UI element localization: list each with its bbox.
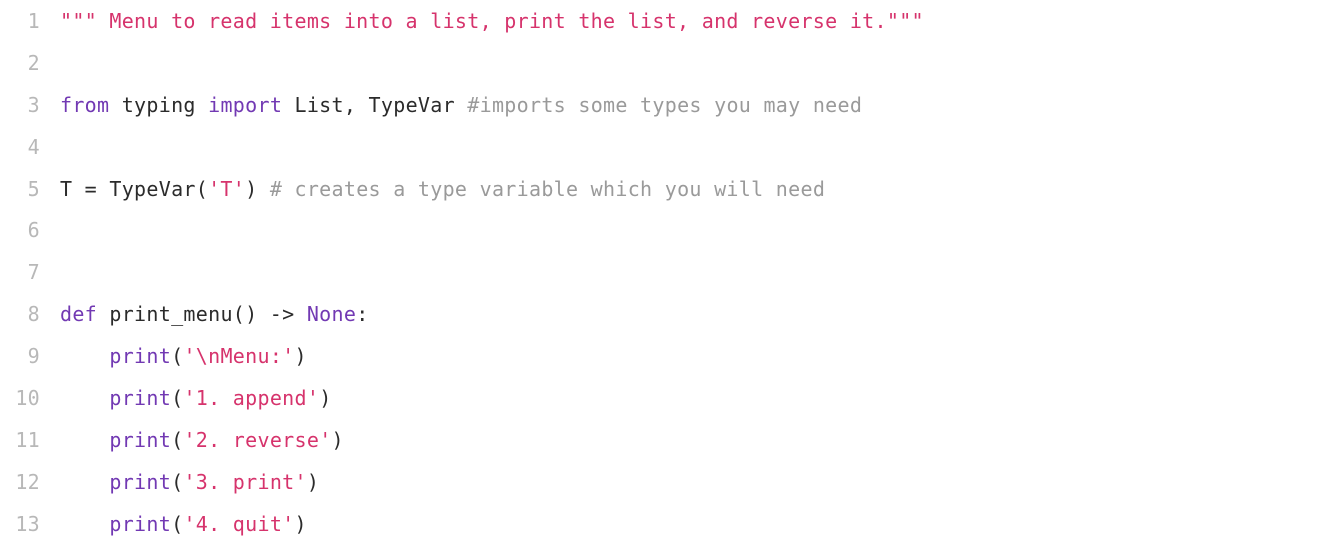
line-number: 13 (15, 511, 40, 536)
code-text: print('\nMenu:') (60, 336, 307, 378)
token-builtin: print (109, 469, 172, 494)
line-number: 2 (27, 50, 40, 75)
code-text: print('2. reverse') (60, 420, 344, 462)
token-builtin: print (109, 427, 172, 452)
line-number: 4 (27, 134, 40, 159)
token-plain: List, TypeVar (282, 92, 468, 117)
line-number: 3 (27, 92, 40, 117)
code-text: print('1. append') (60, 378, 332, 420)
code-line[interactable]: 3 from typing import List, TypeVar #impor… (0, 85, 1338, 127)
token-builtin: print (109, 511, 172, 536)
token-comment: #imports some types you may need (467, 92, 863, 117)
code-text: def print_menu() -> None: (60, 294, 369, 336)
token-plain: ( (171, 344, 184, 369)
code-line[interactable]: 6 (0, 210, 1338, 252)
code-line[interactable]: 1 """ Menu to read items into a list, pri… (0, 1, 1338, 43)
token-plain: ( (171, 511, 184, 536)
token-string: '2. reverse' (183, 427, 332, 452)
code-editor[interactable]: 1 """ Menu to read items into a list, pri… (0, 1, 1338, 546)
token-builtin: print (109, 344, 172, 369)
token-plain: ) (306, 469, 320, 494)
token-plain: ( (171, 427, 184, 452)
token-plain: ( (171, 386, 184, 411)
line-number: 5 (27, 176, 40, 201)
code-text: T = TypeVar('T') # creates a type variab… (60, 169, 825, 211)
line-number: 11 (15, 427, 40, 452)
line-number: 1 (27, 9, 40, 33)
token-plain: ) (331, 427, 344, 452)
line-number: 12 (15, 469, 40, 494)
code-line[interactable]: 13 print('4. quit') (0, 504, 1338, 546)
token-plain: T = TypeVar( (60, 176, 209, 201)
token-comment: # creates a type variable which you will… (269, 176, 826, 201)
token-string: '\nMenu:' (183, 344, 295, 369)
code-line[interactable]: 8 def print_menu() -> None: (0, 294, 1338, 336)
line-number: 6 (27, 218, 40, 243)
token-plain: typing (109, 92, 209, 117)
code-line[interactable]: 5 T = TypeVar('T') # creates a type varia… (0, 169, 1338, 211)
code-text: print('3. print') (60, 462, 319, 504)
line-number: 10 (15, 386, 40, 411)
code-text: """ Menu to read items into a list, prin… (60, 1, 924, 43)
code-line[interactable]: 11 print('2. reverse') (0, 420, 1338, 462)
code-text: from typing import List, TypeVar #import… (60, 85, 862, 127)
token-keyword: def (60, 302, 98, 327)
line-number: 9 (27, 344, 40, 369)
token-plain: ) (294, 344, 307, 369)
line-number: 8 (27, 302, 40, 327)
token-string: '1. append' (183, 386, 320, 411)
token-string: '4. quit' (183, 511, 295, 536)
token-plain: ) (319, 386, 332, 411)
token-builtin: print (109, 386, 172, 411)
token-keyword: None (306, 302, 357, 327)
token-string: 'T' (208, 176, 246, 201)
token-keyword: from (60, 92, 110, 117)
token-string: '3. print' (183, 469, 307, 494)
token-plain: : (356, 302, 369, 327)
token-plain: ) (245, 176, 270, 201)
code-line[interactable]: 9 print('\nMenu:') (0, 336, 1338, 378)
token-keyword: import (208, 92, 283, 117)
code-line[interactable]: 4 (0, 127, 1338, 169)
token-plain: ) (294, 511, 307, 536)
code-line[interactable]: 12 print('3. print') (0, 462, 1338, 504)
token-string: """ Menu to read items into a list, prin… (60, 9, 924, 33)
code-line[interactable]: 2 (0, 43, 1338, 85)
code-line[interactable]: 10 print('1. append') (0, 378, 1338, 420)
token-plain: ( (171, 469, 184, 494)
code-text: print('4. quit') (60, 504, 307, 546)
token-plain: print_menu() -> (97, 302, 307, 327)
line-number: 7 (27, 260, 40, 285)
code-line[interactable]: 7 (0, 252, 1338, 294)
